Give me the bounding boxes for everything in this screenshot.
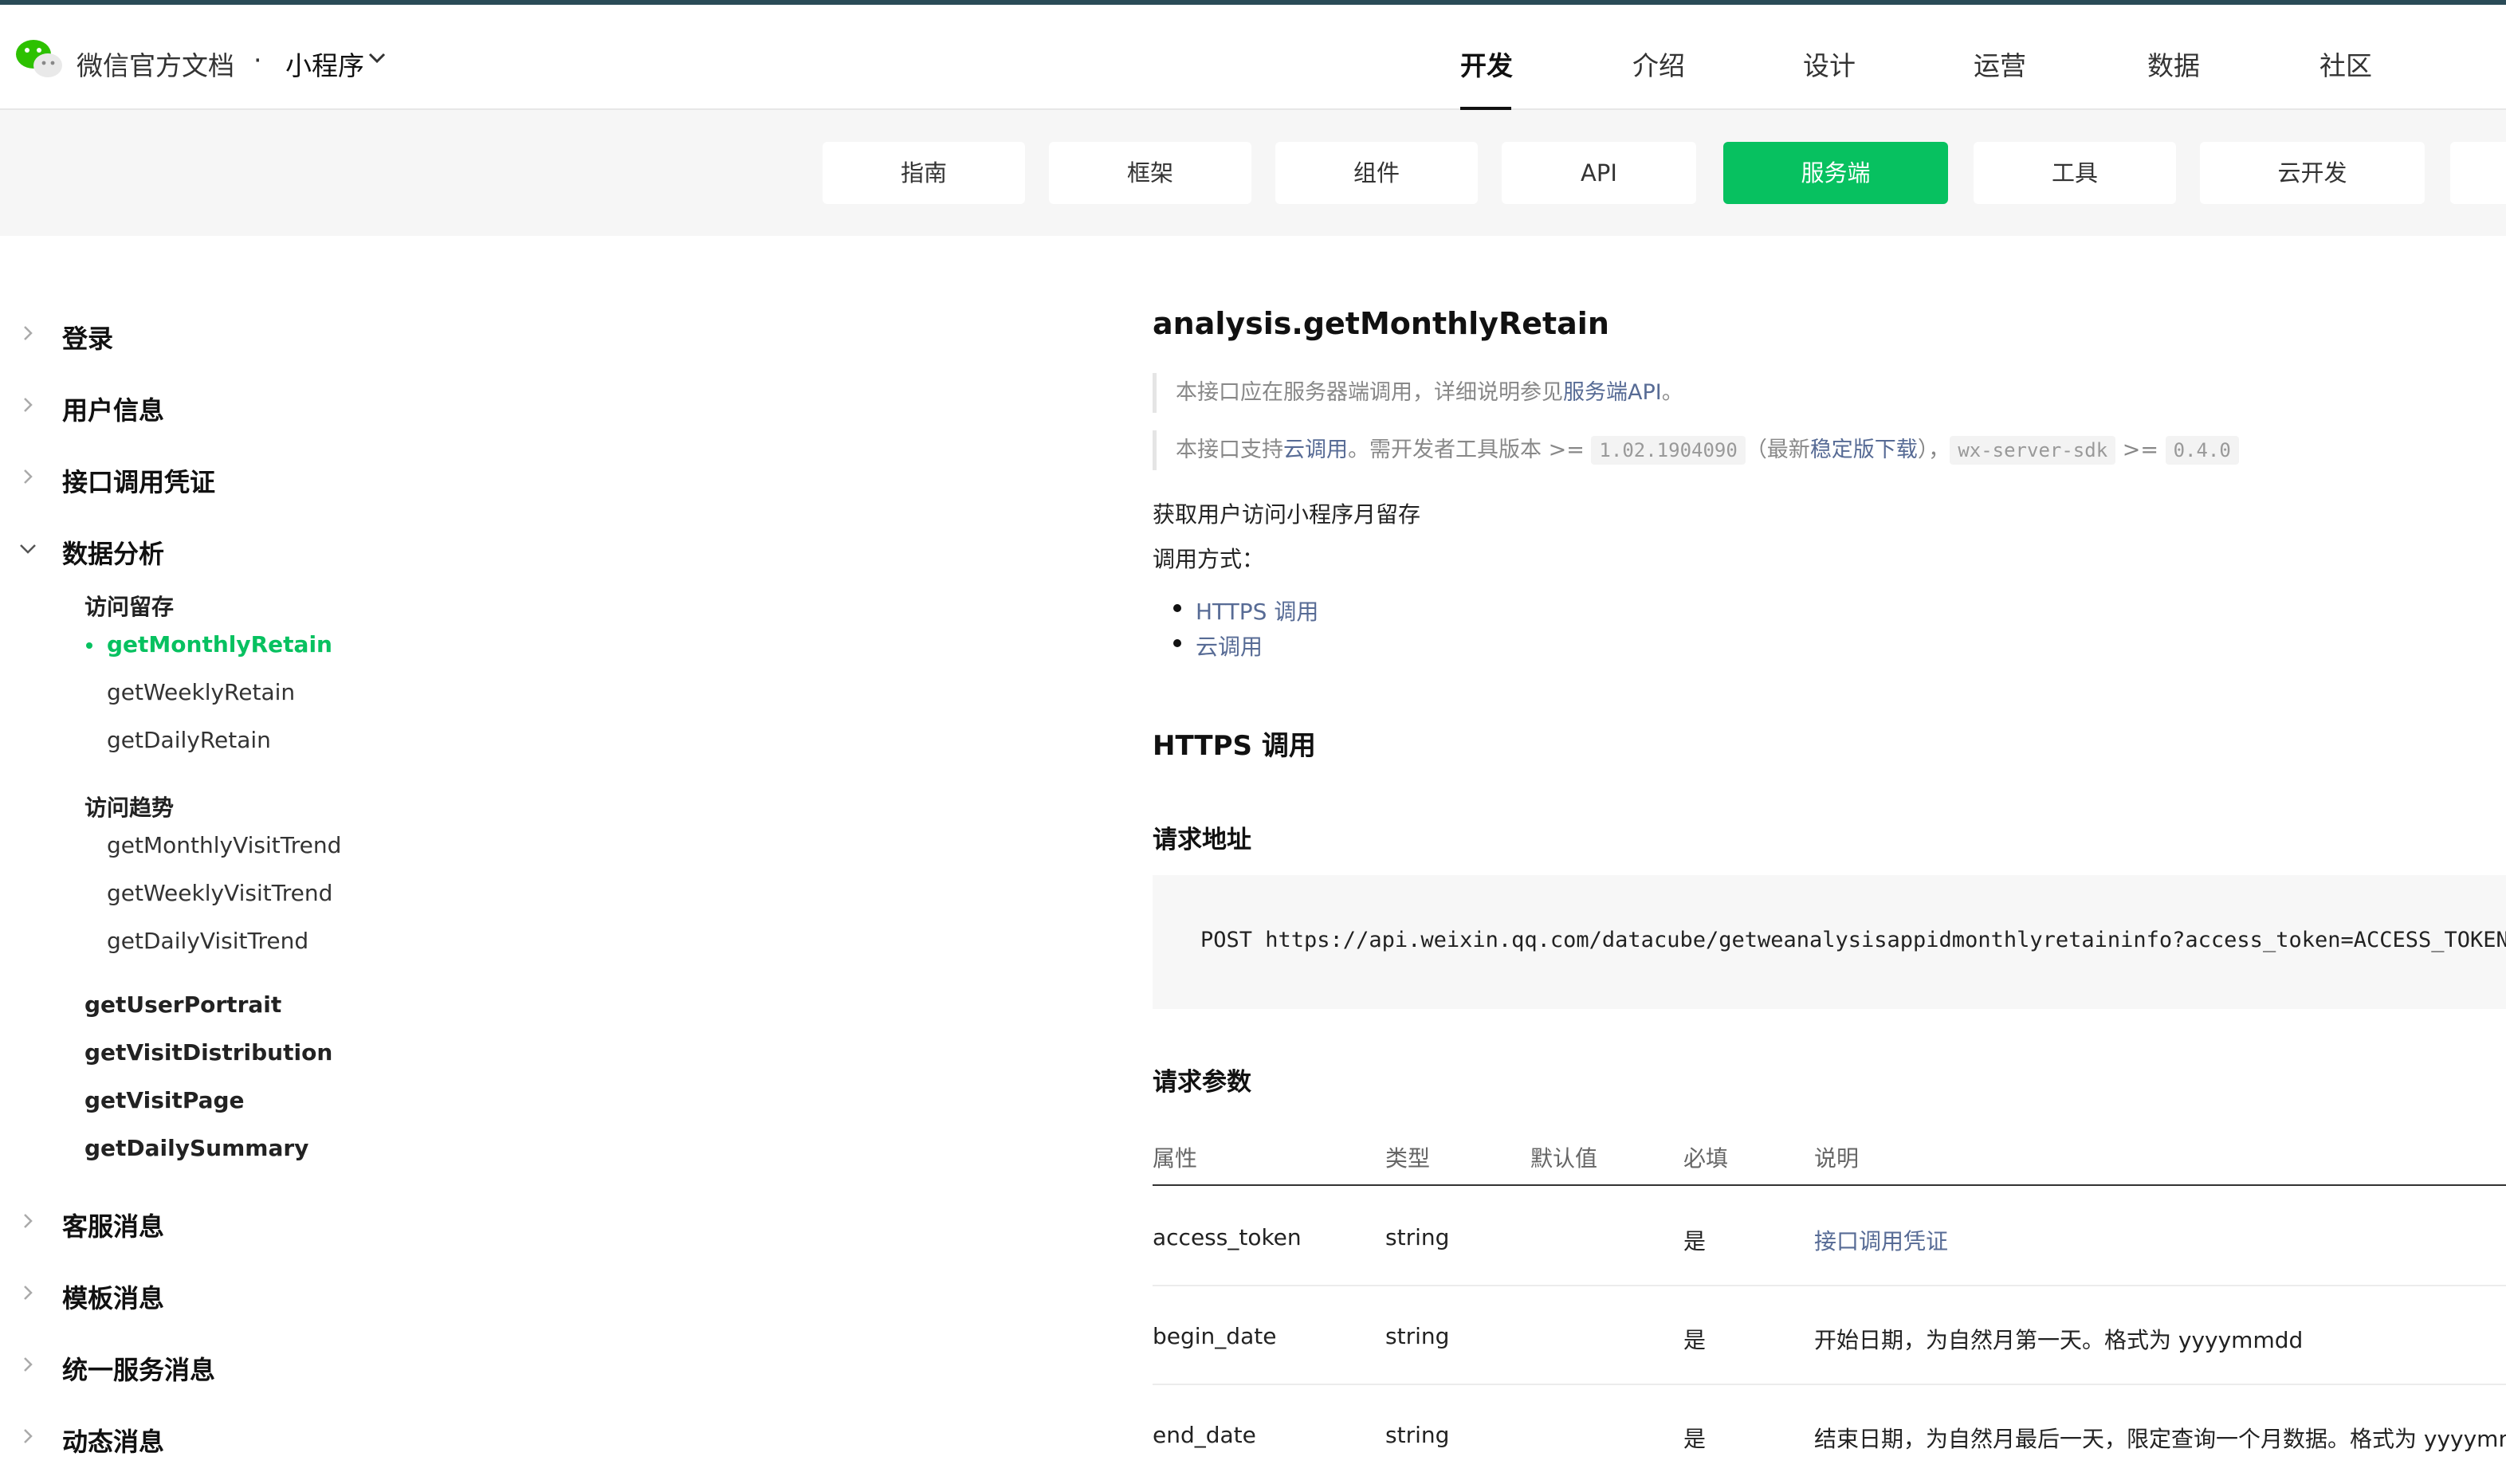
table-cell-type: string <box>1385 1323 1450 1349</box>
api-description: 获取用户访问小程序月留存 <box>1153 501 1421 528</box>
sidebar-item-updatable-message[interactable]: 动态消息 <box>62 1422 164 1458</box>
nav-data[interactable]: 数据 <box>2147 45 2200 83</box>
sidebar-item-get-daily-retain[interactable]: getDailyRetain <box>107 727 271 753</box>
table-cell-required: 是 <box>1683 1327 1707 1353</box>
list-bullet <box>1173 604 1181 612</box>
note-cloud-call: 本接口支持云调用。需开发者工具版本 >= 1.02.1904090 （最新稳定版下… <box>1153 430 2239 470</box>
chevron-right-icon[interactable] <box>22 469 33 485</box>
sidebar-item-get-daily-summary[interactable]: getDailySummary <box>84 1135 308 1161</box>
table-header-property: 属性 <box>1153 1145 1198 1172</box>
sidebar-item-login[interactable]: 登录 <box>62 319 113 355</box>
request-url-code-block[interactable]: POST https://api.weixin.qq.com/datacube/… <box>1153 875 2506 1009</box>
tab-server[interactable]: 服务端 <box>1723 142 1948 204</box>
note-text: >= <box>2115 438 2166 462</box>
wechat-logo-icon[interactable] <box>14 37 64 81</box>
chevron-right-icon[interactable] <box>22 1356 33 1372</box>
table-row-divider <box>1153 1285 2506 1286</box>
table-cell-type: string <box>1385 1224 1450 1250</box>
table-header-default: 默认值 <box>1530 1145 1598 1172</box>
section-params-heading: 请求参数 <box>1153 1068 1251 1097</box>
sdk-code: wx-server-sdk <box>1950 436 2116 465</box>
sidebar-item-get-visit-page[interactable]: getVisitPage <box>84 1087 245 1113</box>
nav-intro[interactable]: 介绍 <box>1632 45 1685 83</box>
call-method-label: 调用方式： <box>1153 546 1265 572</box>
sidebar-item-get-weekly-visit-trend[interactable]: getWeeklyVisitTrend <box>107 880 332 906</box>
table-cell-description: 结束日期，为自然月最后一天，限定查询一个月数据。格式为 yyyymmdd <box>1814 1426 2506 1452</box>
sidebar-item-user-info[interactable]: 用户信息 <box>62 391 164 427</box>
sidebar-item-data-analysis[interactable]: 数据分析 <box>62 534 164 571</box>
note-text: 。 <box>1661 380 1683 405</box>
chevron-right-icon[interactable] <box>22 1428 33 1444</box>
https-call-link[interactable]: HTTPS 调用 <box>1196 595 1318 626</box>
table-cell-description: 开始日期，为自然月第一天。格式为 yyyymmdd <box>1814 1327 2304 1353</box>
cloud-call-method-link[interactable]: 云调用 <box>1196 630 1263 662</box>
table-cell-name: access_token <box>1153 1224 1302 1250</box>
sidebar-item-customer-message[interactable]: 客服消息 <box>62 1207 164 1243</box>
active-dot-icon <box>86 642 92 649</box>
sidebar-item-uniform-message[interactable]: 统一服务消息 <box>62 1350 215 1387</box>
table-cell-required: 是 <box>1683 1426 1707 1452</box>
version-code: 1.02.1904090 <box>1591 436 1746 465</box>
sdk-version-code: 0.4.0 <box>2165 436 2239 465</box>
note-server-side: 本接口应在服务器端调用，详细说明参见服务端API。 <box>1153 373 1683 413</box>
sidebar-item-get-visit-distribution[interactable]: getVisitDistribution <box>84 1039 332 1066</box>
sidebar-item-access-token[interactable]: 接口调用凭证 <box>62 462 215 499</box>
table-cell-type: string <box>1385 1422 1450 1448</box>
sidebar-item-get-monthly-visit-trend[interactable]: getMonthlyVisitTrend <box>107 832 341 858</box>
nav-design[interactable]: 设计 <box>1803 45 1856 83</box>
table-header-description: 说明 <box>1814 1145 1860 1172</box>
note-text: 本接口应在服务器端调用，详细说明参见 <box>1176 380 1563 405</box>
server-api-link[interactable]: 服务端API <box>1563 380 1662 405</box>
table-header-required: 必填 <box>1683 1145 1729 1172</box>
page-title: analysis.getMonthlyRetain <box>1153 306 1609 341</box>
chevron-right-icon[interactable] <box>22 1285 33 1301</box>
table-cell-name: begin_date <box>1153 1323 1277 1349</box>
product-switcher[interactable]: 小程序 <box>285 45 364 83</box>
tab-cloud-dev[interactable]: 云开发 <box>2200 142 2425 204</box>
table-cell-required: 是 <box>1683 1228 1707 1254</box>
table-cell-name: end_date <box>1153 1422 1256 1448</box>
note-text: 本接口支持 <box>1176 438 1283 462</box>
note-text: （最新 <box>1745 438 1810 462</box>
list-bullet <box>1173 639 1181 647</box>
chevron-right-icon[interactable] <box>22 397 33 413</box>
table-header-divider <box>1153 1184 2506 1186</box>
tab-guide[interactable]: 指南 <box>823 142 1025 204</box>
nav-develop[interactable]: 开发 <box>1460 45 1513 83</box>
tab-api[interactable]: API <box>1502 142 1696 204</box>
chevron-right-icon[interactable] <box>22 1213 33 1229</box>
site-header: 微信官方文档 · 小程序 开发 介绍 设计 运营 数据 社区 <box>0 5 2506 111</box>
sidebar-item-get-monthly-retain[interactable]: getMonthlyRetain <box>107 631 332 658</box>
request-url: POST https://api.weixin.qq.com/datacube/… <box>1200 928 2506 952</box>
sidebar-item-template-message[interactable]: 模板消息 <box>62 1278 164 1315</box>
table-header-type: 类型 <box>1385 1145 1431 1172</box>
section-https-heading: HTTPS 调用 <box>1153 730 1316 762</box>
sidebar-item-get-daily-visit-trend[interactable]: getDailyVisitTrend <box>107 928 308 954</box>
cloud-call-link[interactable]: 云调用 <box>1283 438 1348 462</box>
chevron-down-icon[interactable] <box>19 544 37 555</box>
sidebar-item-get-user-portrait[interactable]: getUserPortrait <box>84 991 281 1018</box>
sidebar-item-get-weekly-retain[interactable]: getWeeklyRetain <box>107 679 295 705</box>
tab-framework[interactable]: 框架 <box>1049 142 1251 204</box>
section-request-url-heading: 请求地址 <box>1153 826 1251 854</box>
tab-tools[interactable]: 工具 <box>1974 142 2176 204</box>
sidebar-group-retention[interactable]: 访问留存 <box>84 590 174 622</box>
note-text: ）， <box>1917 438 1950 462</box>
stable-download-link[interactable]: 稳定版下载 <box>1810 438 1918 462</box>
tab-more-partial[interactable] <box>2450 142 2506 204</box>
note-text: 。需开发者工具版本 >= <box>1348 438 1592 462</box>
access-token-doc-link[interactable]: 接口调用凭证 <box>1814 1224 1948 1256</box>
sidebar-group-trend[interactable]: 访问趋势 <box>84 791 174 822</box>
nav-operations[interactable]: 运营 <box>1974 45 2026 83</box>
tab-components[interactable]: 组件 <box>1275 142 1478 204</box>
chevron-right-icon[interactable] <box>22 325 33 341</box>
chevron-down-icon[interactable] <box>368 53 386 64</box>
brand-separator: · <box>253 45 262 76</box>
table-row-divider <box>1153 1384 2506 1385</box>
nav-community[interactable]: 社区 <box>2319 45 2372 83</box>
brand-title[interactable]: 微信官方文档 <box>77 45 234 83</box>
main-content <box>507 236 2506 1484</box>
sub-navigation: 指南 框架 组件 API 服务端 工具 云开发 <box>0 110 2506 236</box>
